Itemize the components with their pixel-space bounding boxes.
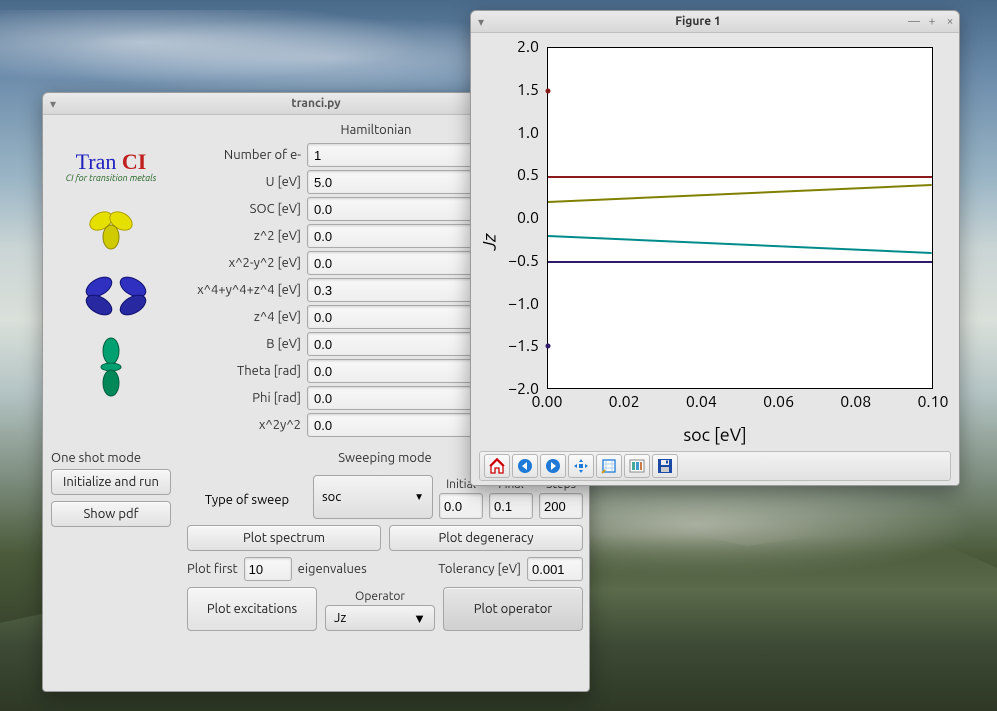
chart-point xyxy=(546,88,551,93)
plot-frame xyxy=(547,47,933,389)
logo-ci: CI xyxy=(122,149,146,174)
field-label: z^2 [eV] xyxy=(171,229,301,243)
steps-input[interactable] xyxy=(539,493,583,519)
y-tick: 1.0 xyxy=(517,124,539,142)
sweep-type-label: Type of sweep xyxy=(187,493,307,519)
orbital-yellow-icon xyxy=(81,201,141,251)
home-icon[interactable] xyxy=(484,454,510,478)
operator-value: Jz xyxy=(334,611,346,625)
logo-subtitle: CI for transition metals xyxy=(51,173,171,183)
configure-icon[interactable] xyxy=(624,454,650,478)
final-input[interactable] xyxy=(489,493,533,519)
caret-down-icon: ▼ xyxy=(414,491,424,503)
x-tick: 0.10 xyxy=(917,393,948,411)
plot-excitations-button[interactable]: Plot excitations xyxy=(187,587,317,631)
sweep-type-dropdown[interactable]: soc ▼ xyxy=(313,475,433,519)
zoom-icon[interactable] xyxy=(596,454,622,478)
pan-icon[interactable] xyxy=(568,454,594,478)
orbital-blue-icon xyxy=(81,269,141,319)
y-tick: −0.5 xyxy=(508,252,539,270)
chart-series xyxy=(548,176,932,178)
field-label: Theta [rad] xyxy=(171,364,301,378)
plot-operator-label: Plot operator xyxy=(474,602,552,616)
x-tick: 0.06 xyxy=(763,393,794,411)
x-axis-label: soc [eV] xyxy=(683,425,746,445)
show-pdf-button[interactable]: Show pdf xyxy=(51,501,171,527)
logo-tran: Tran xyxy=(76,149,117,174)
operator-label: Operator xyxy=(355,590,405,603)
field-label: x^2y^2 xyxy=(171,418,301,432)
close-icon[interactable]: × xyxy=(941,15,959,28)
figure-titlebar[interactable]: ▾ Figure 1 — + × xyxy=(471,11,959,33)
sweep-type-value: soc xyxy=(322,490,341,504)
initialize-run-button[interactable]: Initialize and run xyxy=(51,469,171,495)
chart-series xyxy=(548,235,932,254)
plot-spectrum-label: Plot spectrum xyxy=(243,531,325,545)
initialize-run-label: Initialize and run xyxy=(63,475,159,489)
plot-spectrum-button[interactable]: Plot spectrum xyxy=(187,525,381,551)
tolerancy-label: Tolerancy [eV] xyxy=(438,562,521,576)
field-label: x^2-y^2 [eV] xyxy=(171,256,301,270)
operator-dropdown[interactable]: Jz ▼ xyxy=(325,605,435,631)
x-tick: 0.02 xyxy=(609,393,640,411)
maximize-icon[interactable]: + xyxy=(923,15,941,28)
minimize-icon[interactable]: — xyxy=(905,15,923,28)
caret-down-icon: ▼ xyxy=(413,611,426,626)
field-label: z^4 [eV] xyxy=(171,310,301,324)
orbital-green-icon xyxy=(81,337,141,387)
field-label: x^4+y^4+z^4 [eV] xyxy=(171,283,301,297)
plot-excitations-label: Plot excitations xyxy=(207,602,297,616)
x-tick: 0.04 xyxy=(686,393,717,411)
window-menu-icon[interactable]: ▾ xyxy=(43,97,63,111)
window-menu-icon[interactable]: ▾ xyxy=(471,15,491,29)
plot-first-input[interactable] xyxy=(244,557,292,581)
y-tick: −1.0 xyxy=(508,295,539,313)
x-tick: 0.08 xyxy=(840,393,871,411)
chart-series xyxy=(548,184,932,203)
plot-degeneracy-button[interactable]: Plot degeneracy xyxy=(389,525,583,551)
chart-series xyxy=(548,261,932,263)
y-tick: 0.5 xyxy=(517,166,539,184)
y-tick: 1.5 xyxy=(517,81,539,99)
show-pdf-label: Show pdf xyxy=(83,507,138,521)
back-icon[interactable] xyxy=(512,454,538,478)
field-label: B [eV] xyxy=(171,337,301,351)
save-icon[interactable] xyxy=(652,454,678,478)
field-label: Number of e- xyxy=(171,148,301,162)
figure-title: Figure 1 xyxy=(491,15,905,28)
oneshot-heading: One shot mode xyxy=(51,451,171,465)
field-label: U [eV] xyxy=(171,175,301,189)
field-label: SOC [eV] xyxy=(171,202,301,216)
plot-operator-button[interactable]: Plot operator xyxy=(443,587,583,631)
y-tick: 2.0 xyxy=(517,38,539,56)
figure-window: ▾ Figure 1 — + × Jz soc [eV] 2.01.51.00.… xyxy=(470,10,960,486)
tolerancy-input[interactable] xyxy=(527,557,583,581)
logo-column: Tran CI CI for transition metals xyxy=(51,119,171,437)
chart-point xyxy=(546,343,551,348)
initial-input[interactable] xyxy=(439,493,483,519)
x-tick: 0.00 xyxy=(531,393,562,411)
figure-toolbar xyxy=(479,451,951,481)
plot-degeneracy-label: Plot degeneracy xyxy=(439,531,534,545)
field-label: Phi [rad] xyxy=(171,391,301,405)
plot-area[interactable]: Jz soc [eV] 2.01.51.00.50.0−0.5−1.0−1.5−… xyxy=(479,37,951,447)
plot-first-suffix: eigenvalues xyxy=(298,562,367,576)
plot-first-label: Plot first xyxy=(187,562,238,576)
logo-text: Tran CI xyxy=(51,149,171,175)
y-tick: 0.0 xyxy=(517,209,539,227)
y-tick: −1.5 xyxy=(508,337,539,355)
forward-icon[interactable] xyxy=(540,454,566,478)
